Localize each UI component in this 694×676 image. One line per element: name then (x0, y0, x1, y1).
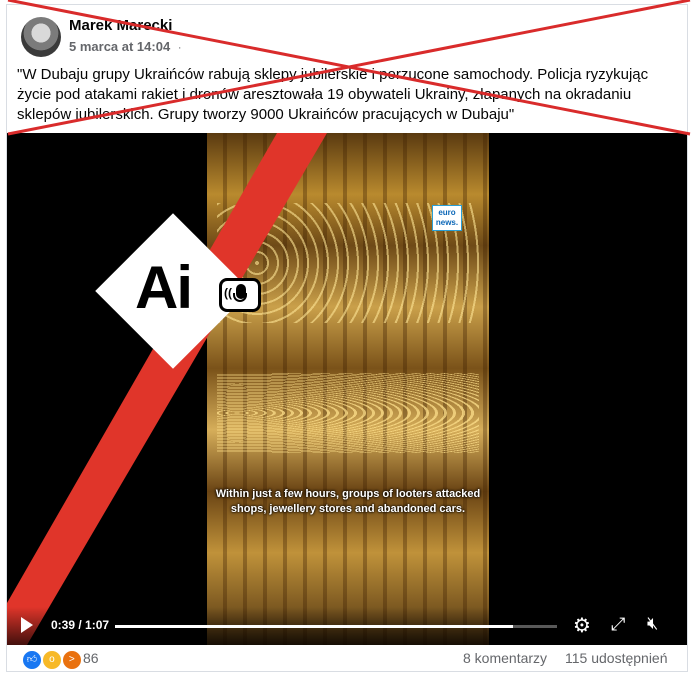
privacy-icon: · (177, 42, 182, 54)
post-date[interactable]: 5 marca at 14:04 (69, 39, 170, 54)
reactions-summary[interactable]: 👍︎ o > (21, 649, 83, 671)
comments-link[interactable]: 8 komentarzy (463, 650, 547, 666)
seek-progress (115, 625, 513, 628)
sound-waves-icon: (( (224, 286, 232, 300)
post-meta: 5 marca at 14:04 · (69, 39, 181, 54)
duration: 1:07 (85, 618, 110, 632)
gear-icon[interactable]: ⚙ (573, 613, 591, 638)
ai-badge: Ai (135, 254, 193, 321)
time-display: 0:39 / 1:07 (51, 618, 109, 632)
like-icon: 👍︎ (21, 649, 43, 671)
wow-icon: o (40, 649, 63, 671)
shares-link[interactable]: 115 udostępnień (565, 650, 668, 666)
play-icon[interactable] (21, 617, 33, 633)
author-name[interactable]: Marek Marecki (69, 17, 172, 34)
microphone-stand (233, 293, 247, 302)
red-sash (7, 133, 327, 645)
volume-muted-icon[interactable]: 🔇︎ (647, 613, 658, 634)
seek-bar[interactable] (115, 625, 557, 628)
avatar[interactable] (21, 17, 61, 57)
angry-icon: > (60, 649, 83, 671)
reaction-count[interactable]: 86 (83, 650, 99, 666)
video-player[interactable]: euro news. Within just a few hours, grou… (7, 133, 687, 645)
facebook-post: Marek Marecki 5 marca at 14:04 · "W Duba… (6, 4, 688, 672)
post-footer: 👍︎ o > 86 8 komentarzy 115 udostępnień (7, 647, 687, 671)
video-controls: 0:39 / 1:07 ⚙ ⤢ 🔇︎ (7, 607, 687, 645)
fullscreen-icon[interactable]: ⤢ (611, 614, 625, 635)
red-sash-shape (7, 133, 327, 645)
post-text: "W Dubaju grupy Ukraińców rabują sklepy … (17, 66, 649, 123)
current-time: 0:39 (51, 618, 76, 632)
microphone-icon: (( (219, 278, 261, 312)
